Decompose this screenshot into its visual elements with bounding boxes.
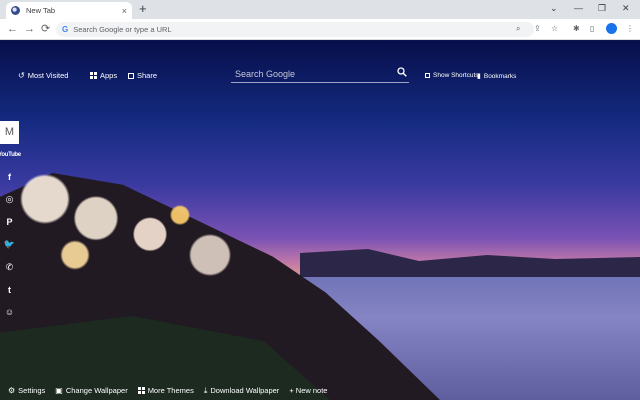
themes-grid-icon	[137, 386, 145, 394]
tab-title: New Tab	[26, 6, 56, 15]
instagram-icon[interactable]: ◎	[0, 189, 19, 212]
share-button[interactable]: Share	[128, 71, 157, 80]
download-wallpaper-button[interactable]: ⤓ Download Wallpaper	[204, 386, 279, 395]
profile-avatar[interactable]	[606, 23, 617, 34]
gmail-icon[interactable]: M	[0, 121, 19, 144]
reddit-icon[interactable]: ☺	[0, 301, 19, 324]
minimize-button[interactable]: —	[574, 3, 583, 13]
search-box	[231, 65, 409, 83]
most-visited-button[interactable]: ↺ Most Visited	[18, 71, 68, 80]
extensions-icon[interactable]: ✱	[573, 24, 580, 34]
tab-search-chevron-icon[interactable]: ⌄	[550, 3, 558, 14]
chrome-menu-icon[interactable]: ⋮	[626, 24, 634, 34]
share-box-icon	[128, 72, 134, 79]
download-icon: ⤓	[203, 385, 208, 395]
back-button[interactable]: ←	[7, 22, 18, 36]
more-themes-button[interactable]: More Themes	[137, 386, 194, 395]
apps-grid-icon	[90, 72, 97, 79]
browser-toolbar: ← → ⟳ G Search Google or type a URL ⌕ ⇪ …	[0, 19, 640, 40]
forward-button[interactable]: →	[24, 22, 35, 36]
omnibox[interactable]: G Search Google or type a URL	[56, 22, 534, 37]
bookmark-icon: ▮	[477, 73, 481, 80]
zoom-icon[interactable]: ⌕	[516, 24, 520, 34]
show-shortcuts-button[interactable]: Show Shortcuts	[425, 72, 479, 79]
bookmarks-button[interactable]: ▮ Bookmarks	[477, 72, 516, 81]
whatsapp-icon[interactable]: ✆	[0, 256, 19, 279]
tab-new-tab[interactable]: New Tab ×	[6, 2, 132, 19]
share-icon[interactable]: ⇪	[534, 24, 541, 34]
wallpaper: ↺ Most Visited Apps Share Show Shortcuts…	[0, 41, 640, 400]
settings-button[interactable]: ⚙ Settings	[8, 386, 45, 395]
village-layer	[0, 151, 300, 311]
tab-close-icon[interactable]: ×	[122, 6, 127, 16]
apps-button[interactable]: Apps	[90, 71, 117, 80]
shortcuts-icon	[425, 73, 430, 78]
window-close-button[interactable]: ✕	[622, 3, 630, 14]
facebook-icon[interactable]: f	[0, 166, 19, 189]
omnibox-placeholder: Search Google or type a URL	[73, 25, 172, 34]
gear-icon: ⚙	[8, 385, 16, 395]
social-sidebar: M YouTube f ◎ P 🐦 ✆ t ☺	[0, 121, 21, 324]
maximize-button[interactable]: ❐	[598, 3, 606, 14]
search-icon[interactable]	[397, 67, 407, 77]
history-icon: ↺	[18, 71, 25, 80]
tab-strip: New Tab × + ⌄ — ❐ ✕	[0, 0, 640, 19]
side-panel-icon[interactable]: ▯	[590, 24, 594, 34]
twitter-icon[interactable]: 🐦	[0, 234, 19, 257]
tumblr-icon[interactable]: t	[0, 279, 19, 302]
pinterest-icon[interactable]: P	[0, 211, 19, 234]
google-g-icon: G	[62, 25, 69, 34]
change-wallpaper-button[interactable]: ▣ Change Wallpaper	[55, 386, 127, 395]
search-input[interactable]	[231, 68, 409, 79]
bottom-bar: ⚙ Settings ▣ Change Wallpaper More Theme…	[0, 380, 640, 400]
tab-favicon-icon	[11, 6, 20, 15]
new-tab-button[interactable]: +	[139, 2, 147, 16]
distant-ridge	[300, 249, 640, 277]
new-note-button[interactable]: + New note	[289, 386, 327, 395]
reload-button[interactable]: ⟳	[41, 22, 50, 36]
bookmark-star-icon[interactable]: ☆	[551, 24, 558, 34]
youtube-icon[interactable]: YouTube	[0, 144, 21, 167]
image-icon: ▣	[55, 385, 63, 395]
